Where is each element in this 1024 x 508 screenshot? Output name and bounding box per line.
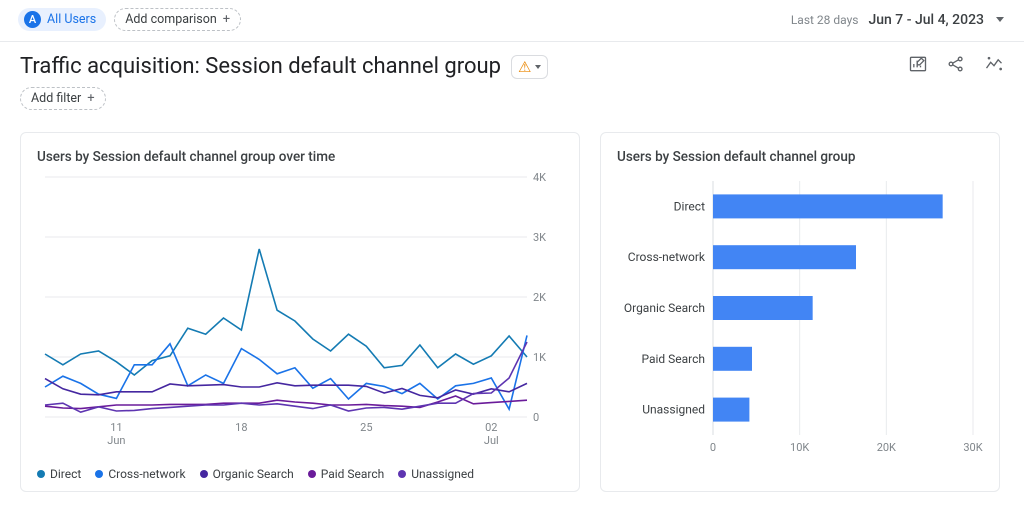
cards-row: Users by Session default channel group o… [0, 114, 1024, 492]
segment-letter-badge: A [24, 11, 41, 28]
x-tick-label: 25 [360, 421, 372, 434]
legend-label: Cross-network [108, 467, 185, 481]
y-tick-label: 1K [533, 351, 546, 364]
bar-unassigned [713, 398, 749, 422]
x-tick-label: 20K [877, 441, 896, 454]
date-label: Last 28 days [791, 13, 859, 27]
legend-swatch-icon [37, 470, 45, 478]
series-line-cross-network [45, 335, 527, 409]
y-tick-label: 3K [533, 231, 546, 244]
add-filter-button[interactable]: Add filter + [20, 87, 106, 110]
page-title: Traffic acquisition: Session default cha… [20, 54, 501, 79]
plus-icon: + [223, 12, 230, 27]
legend-label: Direct [50, 467, 81, 481]
sampling-warning-chip[interactable]: ⚠ [511, 55, 548, 79]
bar-category-label: Unassigned [642, 403, 705, 417]
line-chart-title: Users by Session default channel group o… [37, 149, 563, 165]
share-icon[interactable] [946, 54, 966, 74]
x-tick-label: 02 [485, 421, 497, 434]
bar-category-label: Cross-network [628, 250, 706, 264]
bar-cross-network [713, 245, 856, 269]
line-chart: 0 1K 2K 3K 4K 11Jun 18 25 02Jul [37, 173, 563, 457]
x-tick-sublabel: Jul [484, 434, 499, 447]
chevron-down-icon [996, 17, 1004, 22]
y-tick-label: 0 [533, 411, 539, 424]
bar-chart-card: Users by Session default channel group 0… [600, 132, 1000, 492]
legend-item[interactable]: Organic Search [200, 467, 294, 481]
x-tick-label: 11 [110, 421, 122, 434]
legend-swatch-icon [308, 470, 316, 478]
warning-triangle-icon: ⚠ [518, 58, 531, 76]
x-tick-sublabel: Jun [107, 434, 125, 447]
bar-category-label: Direct [674, 199, 705, 213]
chevron-down-icon [535, 65, 541, 69]
line-chart-card: Users by Session default channel group o… [20, 132, 580, 492]
add-comparison-button[interactable]: Add comparison + [114, 8, 241, 31]
bar-direct [713, 194, 943, 218]
x-tick-label: 0 [710, 441, 716, 454]
header-actions [908, 54, 1004, 74]
legend-label: Paid Search [321, 467, 385, 481]
report-header: Traffic acquisition: Session default cha… [0, 42, 1024, 114]
add-comparison-label: Add comparison [125, 12, 217, 27]
legend-swatch-icon [200, 470, 208, 478]
legend-item[interactable]: Direct [37, 467, 81, 481]
legend-swatch-icon [95, 470, 103, 478]
bar-category-label: Organic Search [624, 301, 705, 315]
segment-chip[interactable]: A All Users [18, 8, 106, 31]
date-range-text: Jun 7 - Jul 4, 2023 [868, 12, 984, 28]
bar-organic-search [713, 296, 813, 320]
date-range-picker[interactable]: Last 28 days Jun 7 - Jul 4, 2023 [791, 12, 1004, 28]
legend-item[interactable]: Unassigned [398, 467, 474, 481]
legend-swatch-icon [398, 470, 406, 478]
topbar: A All Users Add comparison + Last 28 day… [0, 0, 1024, 42]
line-chart-legend: Direct Cross-network Organic Search Paid Se… [37, 467, 563, 481]
segment-label: All Users [47, 12, 96, 27]
legend-label: Unassigned [411, 467, 474, 481]
topbar-left: A All Users Add comparison + [18, 8, 241, 31]
add-filter-label: Add filter [31, 91, 81, 106]
customize-report-icon[interactable] [908, 54, 928, 74]
x-tick-label: 10K [790, 441, 809, 454]
y-tick-label: 4K [533, 173, 546, 184]
x-tick-label: 18 [235, 421, 247, 434]
bar-chart: 0 10K 20K 30K Direct Cross-network Organic Sea… [617, 173, 983, 467]
bar-category-label: Paid Search [641, 352, 705, 366]
insights-icon[interactable] [984, 54, 1004, 74]
y-tick-label: 2K [533, 291, 546, 304]
x-tick-label: 30K [963, 441, 982, 454]
plus-icon: + [87, 91, 94, 106]
series-line-direct [45, 249, 527, 375]
bar-paid-search [713, 347, 752, 371]
legend-item[interactable]: Cross-network [95, 467, 185, 481]
bar-chart-title: Users by Session default channel group [617, 149, 983, 165]
legend-label: Organic Search [213, 467, 294, 481]
series-line-organic-search [45, 379, 527, 398]
legend-item[interactable]: Paid Search [308, 467, 385, 481]
title-row: Traffic acquisition: Session default cha… [20, 54, 548, 79]
